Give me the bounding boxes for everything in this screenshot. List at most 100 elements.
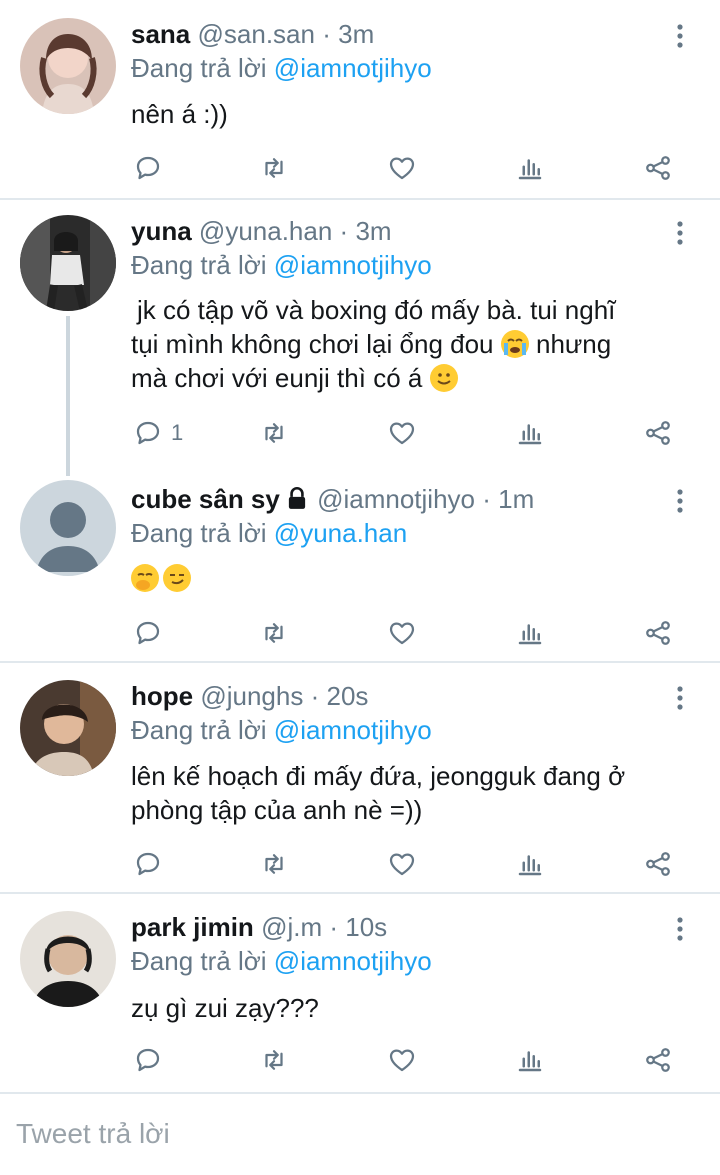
avatar-park-jimin[interactable] [20,911,116,1007]
reply-mention[interactable]: @yuna.han [274,518,407,548]
reply-button[interactable] [133,846,163,882]
share-button[interactable] [643,615,673,651]
timestamp[interactable]: 1m [498,484,534,514]
tweet-text-fragment: tụi mình không chơi lại ổng đou [131,329,494,359]
tweet-actions [131,1042,691,1078]
more-vertical-icon[interactable] [668,914,692,944]
stats-button[interactable] [515,415,545,451]
tweet-text-line: mà chơi với eunji thì có á [131,361,691,395]
share-button[interactable] [643,846,673,882]
tweet-cube-san-sy[interactable]: cube sân sy @iamnotjihyo · 1m Đang trả l… [0,465,720,661]
share-icon [643,1045,673,1075]
stats-icon [515,418,545,448]
reply-mention[interactable]: @iamnotjihyo [274,715,432,745]
user-handle[interactable]: @yuna.han [199,216,332,246]
crying-face-emoji [500,330,529,358]
tweet-sana[interactable]: sana @san.san · 3m Đang trả lời @iamnotj… [0,0,720,198]
avatar-default[interactable] [20,480,116,576]
tweet-header: sana @san.san · 3m [131,18,374,50]
user-handle[interactable]: @j.m [261,912,322,942]
retweet-button[interactable] [259,846,289,882]
display-name[interactable]: sana [131,19,190,49]
tweet-text: jk có tập võ và boxing đó mấy bà. tui ng… [131,293,691,395]
tweet-text-fragment: nhưng [535,329,612,359]
avatar-hope[interactable] [20,680,116,776]
heart-icon [387,153,417,183]
display-name[interactable]: park jimin [131,912,254,942]
reply-mention[interactable]: @iamnotjihyo [274,53,432,83]
reply-icon [133,418,163,448]
retweet-icon [259,1045,289,1075]
user-handle[interactable]: @junghs [200,681,303,711]
reply-composer-input[interactable]: Tweet trả lời [16,1118,170,1150]
stats-button[interactable] [515,615,545,651]
tweet-hope[interactable]: hope @junghs · 20s Đang trả lời @iamnotj… [0,663,720,892]
tweet-header: yuna @yuna.han · 3m [131,215,392,247]
display-name[interactable]: cube sân sy [131,484,280,514]
share-button[interactable] [643,1042,673,1078]
more-vertical-icon[interactable] [668,218,692,248]
more-vertical-icon[interactable] [668,486,692,516]
timestamp[interactable]: 3m [355,216,391,246]
replying-prefix: Đang trả lời [131,53,267,83]
stats-icon [515,153,545,183]
retweet-button[interactable] [259,150,289,186]
reply-button[interactable]: 1 [133,415,183,451]
retweet-button[interactable] [259,415,289,451]
display-name[interactable]: yuna [131,216,192,246]
retweet-button[interactable] [259,1042,289,1078]
reply-icon [133,1045,163,1075]
reply-icon [133,849,163,879]
reply-button[interactable] [133,150,163,186]
reply-button[interactable] [133,615,163,651]
stats-button[interactable] [515,150,545,186]
more-vertical-icon[interactable] [668,21,692,51]
like-button[interactable] [387,846,417,882]
stats-icon [515,618,545,648]
replying-prefix: Đang trả lời [131,946,267,976]
share-button[interactable] [643,415,673,451]
tweet-text-line: lên kế hoạch đi mấy đứa, jeongguk đang ở [131,761,626,791]
smirking-face-emoji [163,564,191,592]
like-button[interactable] [387,1042,417,1078]
like-button[interactable] [387,150,417,186]
avatar-sana[interactable] [20,18,116,114]
timestamp[interactable]: 20s [327,681,369,711]
stats-button[interactable] [515,846,545,882]
tweet-header: cube sân sy @iamnotjihyo · 1m [131,483,534,518]
heart-icon [387,418,417,448]
share-icon [643,849,673,879]
share-icon [643,153,673,183]
tweet-text-line: jk có tập võ và boxing đó mấy bà. tui ng… [137,295,616,325]
more-vertical-icon[interactable] [668,683,692,713]
share-icon [643,418,673,448]
tweet-park-jimin[interactable]: park jimin @j.m · 10s Đang trả lời @iamn… [0,894,720,1090]
retweet-icon [259,418,289,448]
avatar-yuna[interactable] [20,215,116,311]
tweet-actions [131,615,691,651]
separator-dot: · [322,19,331,49]
timestamp[interactable]: 10s [345,912,387,942]
separator-dot: · [482,484,491,514]
timestamp[interactable]: 3m [338,19,374,49]
retweet-icon [259,849,289,879]
retweet-button[interactable] [259,615,289,651]
tweet-yuna[interactable]: yuna @yuna.han · 3m Đang trả lời @iamnot… [0,200,720,465]
share-button[interactable] [643,150,673,186]
tweet-header: hope @junghs · 20s [131,680,368,712]
reply-mention[interactable]: @iamnotjihyo [274,250,432,280]
user-handle[interactable]: @san.san [198,19,315,49]
replying-to: Đang trả lời @iamnotjihyo [131,249,432,281]
reply-icon [133,618,163,648]
user-handle[interactable]: @iamnotjihyo [317,484,475,514]
like-button[interactable] [387,415,417,451]
reply-mention[interactable]: @iamnotjihyo [274,946,432,976]
stats-button[interactable] [515,1042,545,1078]
reply-button[interactable] [133,1042,163,1078]
replying-to: Đang trả lời @yuna.han [131,517,407,549]
tweet-text: nên á :)) [131,99,228,129]
display-name[interactable]: hope [131,681,193,711]
tweet-actions: 1 [131,415,691,451]
like-button[interactable] [387,615,417,651]
separator-dot: · [329,912,339,942]
